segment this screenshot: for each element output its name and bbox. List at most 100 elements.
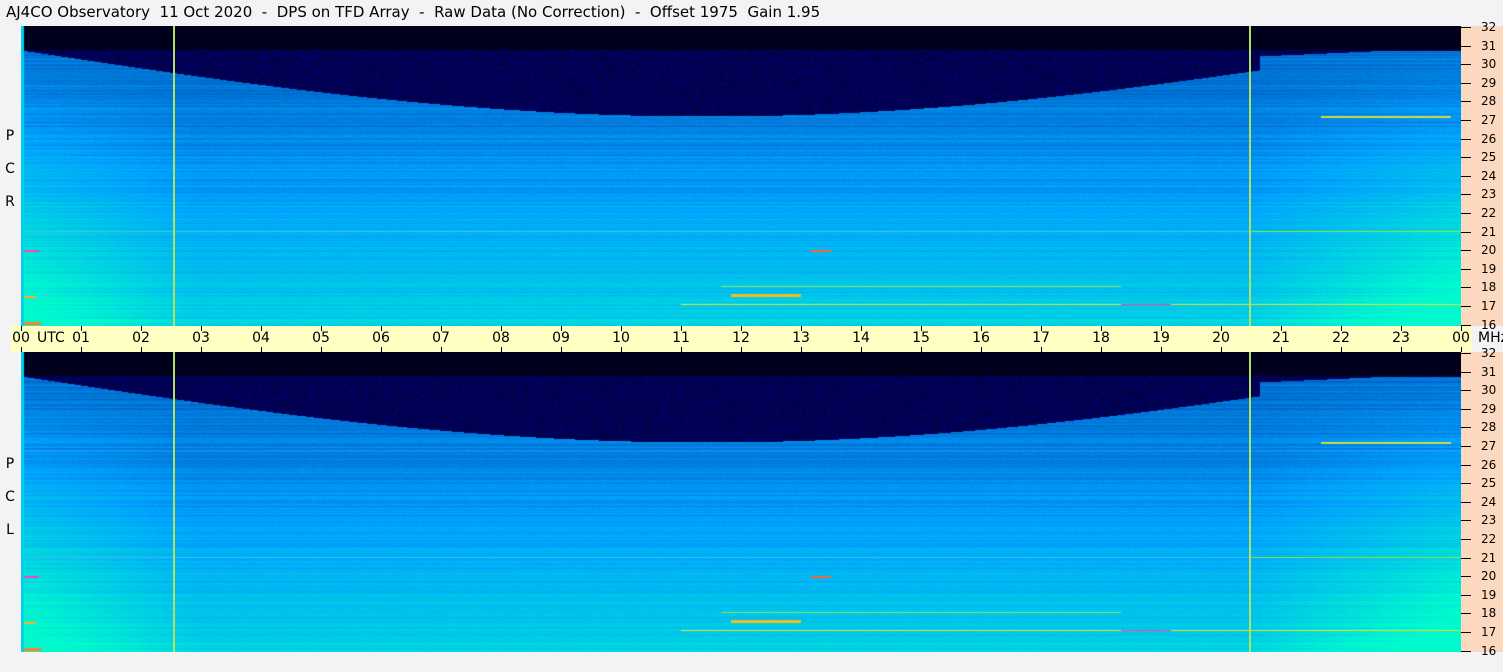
freq-tick-label: 28 [1481,420,1497,435]
rcp-spectrogram [21,26,1461,326]
time-tick [141,326,142,331]
time-tick [1101,326,1102,331]
freq-tick [1461,287,1471,289]
freq-tick [1461,594,1471,596]
freq-tick [1461,250,1471,252]
freq-tick [1461,213,1471,214]
freq-tick-label: 24 [1481,168,1497,183]
freq-tick-label: 16 [1481,643,1497,658]
time-tick-label: 18 [1092,330,1110,346]
freq-tick-label: 23 [1481,187,1497,202]
time-tick [1341,326,1342,331]
time-tick-label: 06 [372,330,390,346]
freq-tick [1461,138,1471,140]
freq-tick [1461,632,1471,633]
time-tick-label: 23 [1392,330,1410,346]
time-tick-label: 13 [792,330,810,346]
label-char: C [5,489,15,505]
freq-tick [1461,82,1471,84]
freq-tick [1461,194,1471,196]
time-tick [921,347,922,352]
time-tick-label: 22 [1332,330,1350,346]
time-axis: 00 01 02 03 04 05 06 07 08 09 10 11 12 13 14 15 16 17 18 19… [11,326,1472,352]
freq-tick [1461,306,1471,307]
freq-tick-label: 29 [1481,401,1497,416]
time-marker-line [173,26,175,326]
freq-tick-label: 26 [1481,131,1497,146]
label-char: C [5,161,15,177]
freq-tick-label: 26 [1481,457,1497,472]
freq-tick [1461,576,1471,578]
freq-tick-label: 17 [1481,625,1497,639]
freq-tick-label: 20 [1481,243,1497,258]
time-tick [441,326,442,331]
time-tick [561,347,562,352]
time-tick [1281,326,1282,331]
time-tick [801,326,802,331]
freq-tick-label: 17 [1481,299,1497,313]
time-tick-label: 10 [612,330,630,346]
label-char: L [6,522,14,538]
time-tick [1161,347,1162,352]
time-tick-label: 14 [852,330,870,346]
label-char: P [5,456,15,472]
freq-tick [1461,371,1471,373]
time-tick [201,347,202,352]
lcp-spectrogram [21,352,1461,652]
freq-tick-label: 31 [1481,364,1497,379]
freq-tick-label: 29 [1481,75,1497,90]
freq-tick [1461,539,1471,540]
freq-tick-label: 19 [1481,587,1497,602]
time-tick [321,326,322,331]
freq-tick-label: 19 [1481,261,1497,276]
time-tick [381,326,382,331]
time-tick-label: 09 [552,330,570,346]
time-tick [1101,347,1102,352]
freq-tick [1461,157,1471,159]
time-tick [1401,347,1402,352]
time-tick [201,326,202,331]
time-tick-label: 17 [1032,330,1050,346]
time-tick-label: 12 [732,330,750,346]
time-tick [741,326,742,331]
time-tick [681,347,682,352]
time-tick [801,347,802,352]
freq-tick-label: 21 [1481,550,1497,565]
freq-tick-label: 23 [1481,513,1497,528]
time-tick-label: 08 [492,330,510,346]
freq-tick [1461,45,1471,47]
freq-tick [1461,353,1471,354]
panel-label-rcp: P C R [3,120,17,219]
time-tick [441,347,442,352]
time-marker-line [173,352,175,652]
freq-tick-label: 20 [1481,569,1497,584]
freq-tick-label: 25 [1481,476,1497,491]
time-tick [141,347,142,352]
time-tick [21,347,22,352]
time-marker-line [1248,26,1251,326]
freq-tick-label: 18 [1481,606,1497,621]
time-tick [921,326,922,331]
freq-tick-label: 21 [1481,224,1497,239]
freq-tick [1461,483,1471,485]
label-char: R [5,194,15,210]
time-tick [501,326,502,331]
time-tick [861,347,862,352]
time-tick [1221,347,1222,352]
time-tick [861,326,862,331]
freq-tick [1461,64,1471,66]
freq-tick [1461,650,1471,652]
time-tick [741,347,742,352]
time-tick-label: 05 [312,330,330,346]
freq-tick [1461,268,1471,270]
freq-tick-label: 30 [1481,57,1497,72]
freq-tick-label: 32 [1481,346,1497,360]
time-tick-label: 16 [972,330,990,346]
freq-tick [1461,175,1471,177]
panel-label-lcp: P C L [3,448,17,547]
time-tick-label: 02 [132,330,150,346]
label-char: P [5,128,15,144]
freq-tick-label: 27 [1481,439,1497,453]
time-tick [261,347,262,352]
time-tick [1401,326,1402,331]
